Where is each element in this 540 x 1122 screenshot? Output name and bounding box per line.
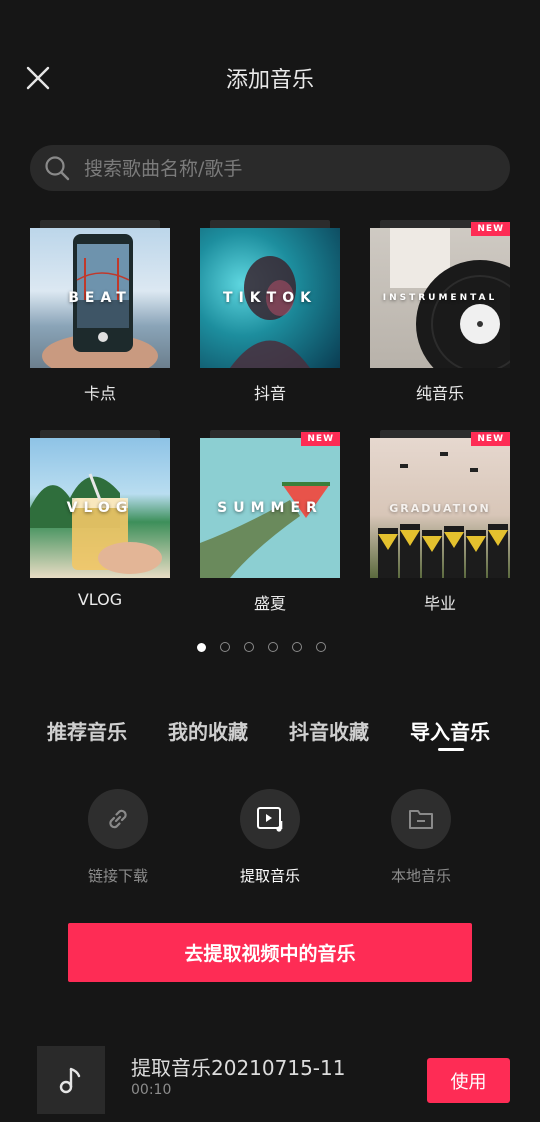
page-dot-3[interactable] [244,642,254,652]
card-stack-edge [210,220,330,228]
use-button[interactable]: 使用 [427,1058,510,1103]
category-card-beat[interactable]: BEAT 卡点 [30,220,170,410]
extract-music-option[interactable]: 提取音乐 [220,789,320,889]
option-circle [391,789,451,849]
category-card-instrumental[interactable]: INSTRUMENTAL NEW 纯音乐 [370,220,510,410]
category-card-summer[interactable]: SUMMER NEW 盛夏 [200,430,340,620]
track-thumbnail [37,1046,105,1114]
category-cover-text: TIKTOK [223,290,317,306]
category-cover-text: GRADUATION [389,501,491,515]
page-dot-5[interactable] [292,642,302,652]
category-card-graduation[interactable]: GRADUATION NEW 毕业 [370,430,510,620]
category-cover-text: BEAT [68,290,132,306]
option-circle [88,789,148,849]
link-icon [109,809,127,829]
local-music-option[interactable]: 本地音乐 [371,789,471,889]
category-label: 卡点 [83,384,116,403]
track-title: 提取音乐20210715-11 [131,1056,346,1080]
new-badge: NEW [471,432,510,446]
video-music-icon [257,807,283,832]
category-cover-text: INSTRUMENTAL [382,293,498,303]
category-cover-graduation: GRADUATION [370,438,510,578]
category-cover-vlog: VLOG [30,438,170,578]
tab-douyin-favorites[interactable]: 抖音收藏 [289,716,369,745]
option-label: 本地音乐 [390,867,451,885]
page-title: 添加音乐 [225,68,314,93]
page-dot-4[interactable] [268,642,278,652]
tab-import-music[interactable]: 导入音乐 [410,716,490,745]
new-badge: NEW [301,432,340,446]
search-bar[interactable] [30,145,510,193]
card-stack-edge [40,430,160,438]
category-cover-instrumental: INSTRUMENTAL [370,228,510,368]
option-label: 提取音乐 [239,867,300,885]
page-dot-6[interactable] [316,642,326,652]
category-cover-tiktok: TIKTOK [200,228,340,368]
tab-my-favorites[interactable]: 我的收藏 [168,716,248,745]
category-card-tiktok[interactable]: TIKTOK 抖音 [200,220,340,410]
category-label: 抖音 [253,384,286,403]
category-cover-beat: BEAT [30,228,170,368]
music-note-icon [59,1067,81,1094]
track-duration: 00:10 [131,1082,172,1098]
extract-video-music-button[interactable]: 去提取视频中的音乐 [68,923,472,982]
page-dot-1[interactable] [197,643,206,652]
new-badge: NEW [471,222,510,236]
category-cover-text: VLOG [66,500,134,516]
category-label: 盛夏 [253,594,286,613]
search-input[interactable] [82,145,496,193]
card-stack-edge [40,220,160,228]
tab-recommended-music[interactable]: 推荐音乐 [47,716,127,745]
active-tab-indicator [438,748,464,751]
category-label: 纯音乐 [415,384,464,403]
folder-icon [409,810,433,829]
category-card-vlog[interactable]: VLOG VLOG [30,430,170,620]
page-dot-2[interactable] [220,642,230,652]
category-label: VLOG [77,590,123,609]
option-circle [240,789,300,849]
category-label: 毕业 [423,594,456,613]
category-cover-text: SUMMER [217,500,323,516]
option-label: 链接下载 [87,867,148,885]
search-icon [45,156,70,181]
category-cover-summer: SUMMER [200,438,340,578]
link-download-option[interactable]: 链接下载 [68,789,168,889]
